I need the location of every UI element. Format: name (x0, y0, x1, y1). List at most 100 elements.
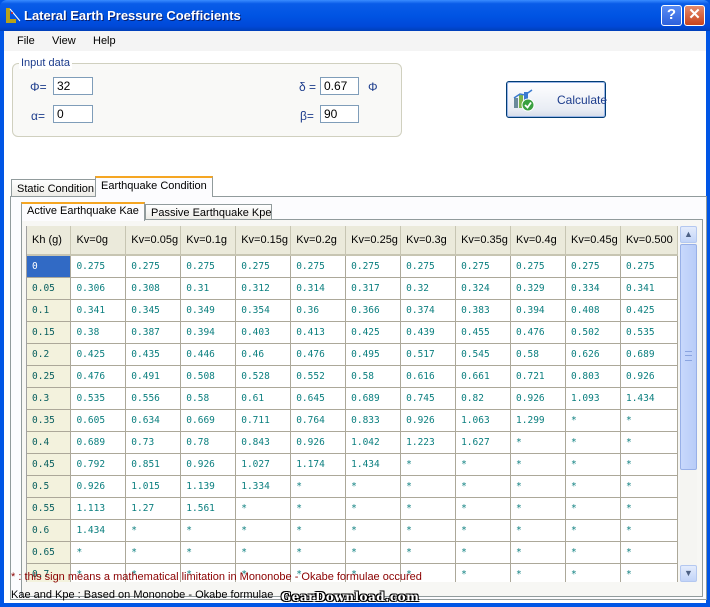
table-cell[interactable]: 1.27 (125, 497, 182, 520)
table-row[interactable]: 0.2 0.425 0.435 0.446 0.46 0.476 0.495 0.517 0.5… (27, 343, 678, 366)
table-cell[interactable]: * (290, 519, 347, 542)
table-cell[interactable]: 0.926 (620, 365, 678, 388)
table-cell[interactable]: 0.425 (345, 321, 402, 344)
row-header-kh[interactable]: 0.3 (27, 387, 72, 410)
column-header-kv[interactable]: Kv=0.2g (290, 226, 347, 256)
table-cell[interactable]: 0.645 (290, 387, 347, 410)
table-cell[interactable]: 0.626 (565, 343, 621, 366)
scroll-up-button[interactable]: ▲ (680, 226, 697, 243)
table-cell[interactable]: * (565, 563, 621, 582)
table-cell[interactable]: * (620, 541, 678, 564)
table-cell[interactable]: 0.508 (180, 365, 237, 388)
table-cell[interactable]: * (290, 541, 347, 564)
table-cell[interactable]: 0.46 (235, 343, 292, 366)
table-cell[interactable]: * (345, 475, 402, 498)
table-cell[interactable]: * (455, 453, 512, 476)
table-cell[interactable]: 0.329 (510, 277, 566, 300)
table-cell[interactable]: 0.413 (290, 321, 347, 344)
delta-input[interactable] (320, 77, 359, 95)
table-cell[interactable]: 0.833 (345, 409, 402, 432)
table-cell[interactable]: 1.434 (345, 453, 402, 476)
table-cell[interactable]: 0.803 (565, 365, 621, 388)
table-cell[interactable]: 0.58 (510, 343, 566, 366)
table-cell[interactable]: * (510, 431, 566, 454)
column-header-kv[interactable]: Kv=0.4g (510, 226, 566, 256)
table-cell[interactable]: 0.689 (620, 343, 678, 366)
table-cell[interactable]: 0.502 (565, 321, 621, 344)
table-cell[interactable]: * (455, 541, 512, 564)
table-cell[interactable]: 0.73 (125, 431, 182, 454)
table-cell[interactable]: * (510, 519, 566, 542)
menu-file[interactable]: File (17, 35, 35, 47)
table-cell[interactable]: 0.275 (70, 255, 127, 278)
table-cell[interactable]: * (125, 541, 182, 564)
table-cell[interactable]: 0.926 (290, 431, 347, 454)
table-cell[interactable]: 0.745 (400, 387, 457, 410)
table-cell[interactable]: 0.616 (400, 365, 457, 388)
table-row[interactable]: 0.3 0.535 0.556 0.58 0.61 0.645 0.689 0.745 0.82… (27, 387, 678, 410)
table-cell[interactable]: * (620, 453, 678, 476)
table-cell[interactable]: * (235, 541, 292, 564)
table-cell[interactable]: 0.306 (70, 277, 127, 300)
table-row[interactable]: 0.35 0.605 0.634 0.669 0.711 0.764 0.833 0.926 1… (27, 409, 678, 432)
table-cell[interactable]: * (565, 409, 621, 432)
table-cell[interactable]: 0.341 (70, 299, 127, 322)
row-header-kh[interactable]: 0.45 (27, 453, 72, 476)
table-cell[interactable]: 0.476 (290, 343, 347, 366)
table-cell[interactable]: 0.605 (70, 409, 127, 432)
table-cell[interactable]: 0.425 (70, 343, 127, 366)
tab-earthquake-condition[interactable]: Earthquake Condition (95, 176, 213, 197)
beta-input[interactable] (320, 105, 359, 123)
table-cell[interactable]: 0.764 (290, 409, 347, 432)
table-cell[interactable]: 0.394 (510, 299, 566, 322)
table-cell[interactable]: * (235, 519, 292, 542)
row-header-kh[interactable]: 0.65 (27, 541, 72, 564)
table-row[interactable]: 0.1 0.341 0.345 0.349 0.354 0.36 0.366 0.374 0.3… (27, 299, 678, 322)
row-header-kh[interactable]: 0.35 (27, 409, 72, 432)
table-cell[interactable]: 1.027 (235, 453, 292, 476)
table-cell[interactable]: 1.063 (455, 409, 512, 432)
table-cell[interactable]: 0.308 (125, 277, 182, 300)
table-cell[interactable]: 0.926 (70, 475, 127, 498)
table-cell[interactable]: * (400, 541, 457, 564)
table-cell[interactable]: * (345, 497, 402, 520)
table-cell[interactable]: 0.275 (455, 255, 512, 278)
column-header-kv[interactable]: Kv=0.15g (235, 226, 292, 256)
table-row[interactable]: 0 0.275 0.275 0.275 0.275 0.275 0.275 0.275 0.27… (27, 255, 678, 278)
table-row[interactable]: 0.25 0.476 0.491 0.508 0.528 0.552 0.58 0.616 0.… (27, 365, 678, 388)
table-cell[interactable]: 0.275 (510, 255, 566, 278)
table-cell[interactable]: 0.446 (180, 343, 237, 366)
table-cell[interactable]: 0.792 (70, 453, 127, 476)
column-header-kv[interactable]: Kv=0.1g (180, 226, 237, 256)
scroll-thumb[interactable] (680, 244, 697, 470)
table-cell[interactable]: * (235, 497, 292, 520)
table-cell[interactable]: 0.439 (400, 321, 457, 344)
title-bar[interactable]: Lateral Earth Pressure Coefficients ? ✕ (0, 0, 710, 31)
table-cell[interactable]: 0.275 (620, 255, 678, 278)
table-cell[interactable]: 1.561 (180, 497, 237, 520)
table-cell[interactable]: 0.334 (565, 277, 621, 300)
table-cell[interactable]: 0.926 (180, 453, 237, 476)
table-cell[interactable]: * (125, 519, 182, 542)
tab-passive-earthquake-kpe[interactable]: Passive Earthquake Kpe (145, 204, 272, 220)
table-row[interactable]: 0.45 0.792 0.851 0.926 1.027 1.174 1.434 * * * * * (27, 453, 678, 476)
table-cell[interactable]: * (400, 519, 457, 542)
table-cell[interactable]: 1.334 (235, 475, 292, 498)
table-row[interactable]: 0.4 0.689 0.73 0.78 0.843 0.926 1.042 1.223 1.62… (27, 431, 678, 454)
table-cell[interactable]: * (565, 475, 621, 498)
row-header-kh[interactable]: 0.1 (27, 299, 72, 322)
table-cell[interactable]: 0.275 (125, 255, 182, 278)
tab-active-earthquake-kae[interactable]: Active Earthquake Kae (21, 202, 145, 221)
table-cell[interactable]: 0.556 (125, 387, 182, 410)
table-cell[interactable]: 0.926 (510, 387, 566, 410)
table-cell[interactable]: * (620, 431, 678, 454)
table-cell[interactable]: 0.528 (235, 365, 292, 388)
table-cell[interactable]: 0.689 (345, 387, 402, 410)
table-cell[interactable]: * (510, 497, 566, 520)
table-cell[interactable]: * (620, 563, 678, 582)
table-cell[interactable]: * (620, 475, 678, 498)
table-cell[interactable]: 0.324 (455, 277, 512, 300)
table-cell[interactable]: 0.275 (565, 255, 621, 278)
table-cell[interactable]: 0.851 (125, 453, 182, 476)
column-header-kv[interactable]: Kv=0.500 (620, 226, 678, 256)
